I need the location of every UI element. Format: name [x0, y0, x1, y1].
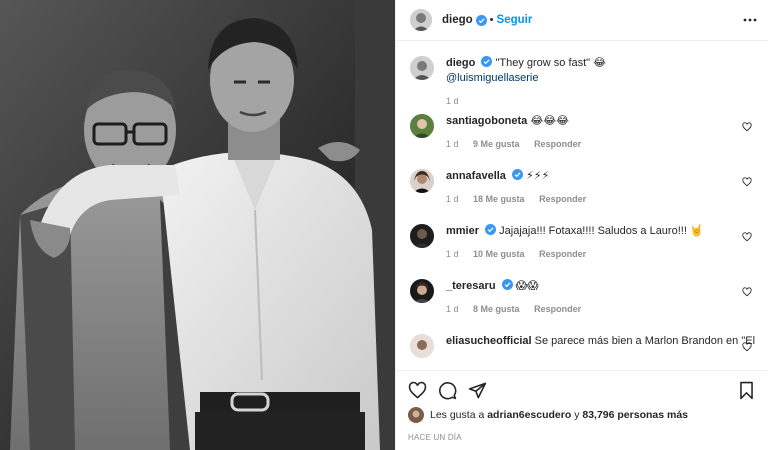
comment-body: mmier Jajajaja!!! Fotaxa!!!! Saludos a L… [446, 224, 754, 262]
comment-time[interactable]: 1 d [446, 249, 459, 259]
share-icon[interactable] [468, 381, 487, 400]
likes-middle: y [574, 409, 580, 421]
reply-button[interactable]: Responder [534, 139, 581, 149]
comment-body: eliasucheofficial Se parece más bien a M… [446, 334, 768, 349]
comment-heart-icon[interactable] [742, 287, 752, 297]
comment-likes[interactable]: 8 Me gusta [473, 304, 520, 314]
more-horizontal-icon[interactable] [742, 12, 758, 28]
bookmark-icon[interactable] [737, 381, 756, 400]
post-timestamp[interactable]: HACE UN DÍA [408, 433, 756, 442]
header-separator: • [489, 14, 494, 26]
comment-likes[interactable]: 10 Me gusta [473, 249, 525, 259]
caption-meta: 1 d [446, 94, 734, 109]
comment-text: 😂😂😂 [530, 115, 569, 127]
commenter-avatar[interactable] [410, 279, 434, 303]
comment-meta: 1 d 8 Me gusta Responder [446, 302, 734, 317]
comment-text: ⚡⚡⚡ [526, 170, 550, 182]
comment-heart-icon[interactable] [742, 177, 752, 187]
post-side-panel: diego • Seguir diego "They grow so fast"… [395, 0, 768, 450]
caption-time[interactable]: 1 d [446, 96, 459, 106]
likes-prefix: Les gusta a [430, 409, 485, 421]
caption: diego "They grow so fast" 😂 @luismiguell… [410, 56, 754, 114]
verified-badge-icon [481, 56, 493, 67]
verified-badge-icon [485, 224, 497, 235]
comment-time[interactable]: 1 d [446, 194, 459, 204]
liker-avatar[interactable] [408, 407, 424, 423]
commenter-avatar[interactable] [410, 114, 434, 138]
likes-summary[interactable]: Les gusta a adrian6escudero y 83,796 per… [408, 407, 756, 423]
comment-text: Se parece más bien a Marlon Brandon en "… [534, 335, 756, 347]
comment-meta: 1 d 10 Me gusta Responder [446, 247, 734, 262]
comment-item: mmier Jajajaja!!! Fotaxa!!!! Saludos a L… [410, 224, 754, 279]
comment-meta: 1 d 9 Me gusta Responder [446, 137, 734, 152]
post-photo[interactable] [0, 0, 395, 450]
comment-username[interactable]: eliasucheofficial [446, 335, 532, 347]
comment-heart-icon[interactable] [742, 342, 752, 352]
comment-likes[interactable]: 18 Me gusta [473, 194, 525, 204]
post-header: diego • Seguir [396, 0, 768, 41]
comment-body: _teresaru 😱😱 1 d 8 Me gusta Responder [446, 279, 754, 317]
action-icons [408, 375, 756, 405]
comments-list[interactable]: diego "They grow so fast" 😂 @luismiguell… [396, 42, 768, 360]
reply-button[interactable]: Responder [539, 194, 586, 204]
comment-body: santiagoboneta 😂😂😂 1 d 9 Me gusta Respon… [446, 114, 754, 152]
liker-username[interactable]: adrian6escudero [487, 409, 571, 421]
comment-username[interactable]: annafavella [446, 170, 506, 182]
comment-username[interactable]: _teresaru [446, 280, 496, 292]
comment-username[interactable]: santiagoboneta [446, 115, 527, 127]
comment-likes[interactable]: 9 Me gusta [473, 139, 520, 149]
photo-image [0, 0, 395, 450]
comment-username[interactable]: mmier [446, 225, 479, 237]
comment-body: annafavella ⚡⚡⚡ 1 d 18 Me gusta Responde… [446, 169, 754, 207]
post-actions: Les gusta a adrian6escudero y 83,796 per… [396, 370, 768, 450]
comment-time[interactable]: 1 d [446, 304, 459, 314]
reply-button[interactable]: Responder [539, 249, 586, 259]
comment-item: eliasucheofficial Se parece más bien a M… [410, 334, 755, 358]
caption-username[interactable]: diego [446, 57, 475, 69]
author-username[interactable]: diego [442, 14, 473, 26]
author-avatar[interactable] [410, 9, 432, 31]
verified-badge-icon [501, 279, 513, 290]
commenter-avatar[interactable] [410, 169, 434, 193]
reply-button[interactable]: Responder [534, 304, 581, 314]
comment-text: Jajajaja!!! Fotaxa!!!! Saludos a Lauro!!… [499, 225, 704, 237]
comment-text: 😱😱 [515, 280, 539, 292]
comment-item: _teresaru 😱😱 1 d 8 Me gusta Responder [410, 279, 754, 334]
comment-item: santiagoboneta 😂😂😂 1 d 9 Me gusta Respon… [410, 114, 754, 169]
comment-heart-icon[interactable] [742, 232, 752, 242]
comment-meta: 1 d 18 Me gusta Responder [446, 192, 734, 207]
follow-button[interactable]: Seguir [497, 14, 533, 26]
likes-count[interactable]: 83,796 personas más [582, 409, 688, 421]
comment-icon[interactable] [438, 381, 457, 400]
verified-badge-icon [475, 14, 487, 26]
comment-heart-icon[interactable] [742, 122, 752, 132]
comment-item: annafavella ⚡⚡⚡ 1 d 18 Me gusta Responde… [410, 169, 754, 224]
caption-text: "They grow so fast" 😂 [495, 57, 607, 69]
commenter-avatar[interactable] [410, 334, 434, 358]
commenter-avatar[interactable] [410, 224, 434, 248]
verified-badge-icon [511, 169, 523, 180]
caption-avatar[interactable] [410, 56, 434, 80]
comment-time[interactable]: 1 d [446, 139, 459, 149]
caption-body: diego "They grow so fast" 😂 @luismiguell… [446, 56, 754, 109]
caption-mention[interactable]: @luismiguellaserie [446, 72, 538, 84]
heart-icon[interactable] [408, 381, 427, 400]
